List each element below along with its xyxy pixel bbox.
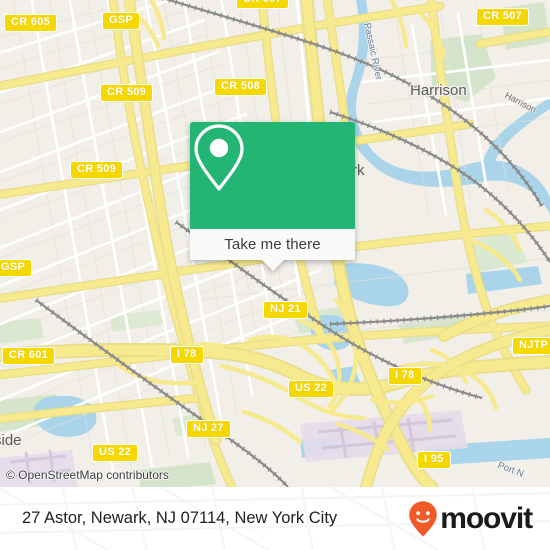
moovit-brand[interactable]: moovit — [408, 500, 533, 538]
destination-popup-card[interactable]: Take me there — [190, 122, 355, 271]
road-shield: I 95 — [417, 451, 451, 469]
road-shield: NJ 27 — [186, 420, 231, 438]
map-canvas[interactable]: .rd { stroke:#f7e98e; fill:none; stroke-… — [0, 0, 550, 487]
popup-pointer-tail — [261, 260, 284, 271]
road-shield: NJTP — [512, 337, 550, 355]
road-shield: US 22 — [288, 380, 335, 398]
footer-bar: 27 Astor, Newark, NJ 07114, New York Cit… — [0, 487, 550, 550]
road-shield: CR 605 — [4, 14, 58, 32]
road-shield: CR 508 — [214, 78, 268, 96]
road-shield: CR 601 — [2, 347, 56, 365]
place-label-hillside: side — [0, 432, 22, 449]
popup-header — [190, 122, 355, 229]
road-shield: CR 507 — [236, 0, 290, 9]
take-me-there-label: Take me there — [224, 236, 321, 253]
moovit-pin-logo-icon — [409, 500, 438, 537]
road-shield: GSP — [0, 259, 33, 277]
road-shield: GSP — [102, 12, 141, 30]
road-shield: NJ 21 — [263, 301, 308, 319]
road-shield: CR 509 — [100, 84, 154, 102]
place-label-harrison: Harrison — [410, 82, 467, 99]
road-shield: I 78 — [170, 346, 204, 364]
moovit-wordmark: moovit — [440, 501, 533, 535]
moovit-map-screen: .rd { stroke:#f7e98e; fill:none; stroke-… — [0, 0, 550, 550]
address-text: 27 Astor, Newark, NJ 07114, New York Cit… — [22, 509, 338, 527]
road-shield: I 78 — [388, 367, 422, 385]
map-pin-icon — [194, 124, 244, 191]
road-shield: US 22 — [92, 444, 139, 462]
road-shield: CR 509 — [70, 161, 124, 179]
road-shield: CR 507 — [476, 8, 530, 26]
osm-attribution[interactable]: © OpenStreetMap contributors — [6, 468, 169, 482]
popup-action-bar[interactable]: Take me there — [190, 229, 355, 260]
